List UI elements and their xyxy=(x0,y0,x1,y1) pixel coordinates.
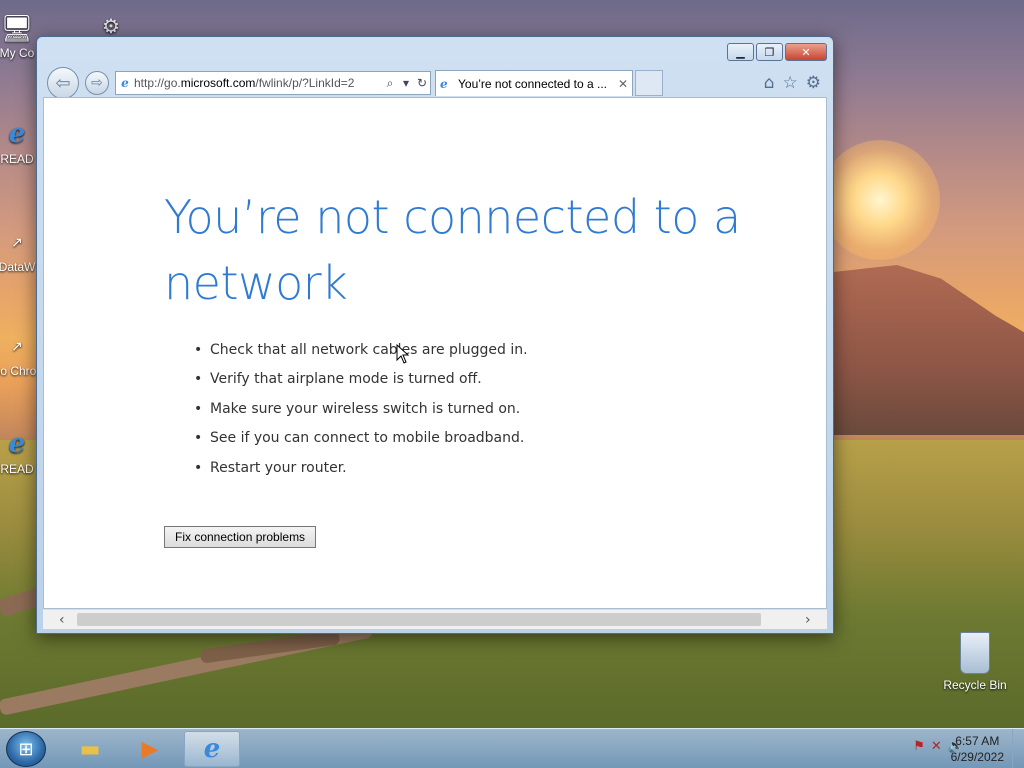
windows-logo-icon: ⊞ xyxy=(18,738,34,760)
fix-connection-button[interactable]: Fix connection problems xyxy=(164,526,317,548)
address-bar[interactable]: e http://go.microsoft.com/fwlink/p/?Link… xyxy=(115,71,431,95)
tab-active[interactable]: e You’re not connected to a ... ✕ xyxy=(435,70,633,96)
clock-date: 6/29/2022 xyxy=(950,750,1004,764)
url-path: /fwlink/p/?LinkId=2 xyxy=(255,76,355,90)
tab-close-icon[interactable]: ✕ xyxy=(614,77,632,91)
shortcut-icon: ↗ xyxy=(11,337,23,354)
start-button[interactable]: ⊞ xyxy=(6,731,46,767)
ie-page-icon: e xyxy=(121,76,129,90)
list-item: Verify that airplane mode is turned off. xyxy=(194,371,528,400)
close-icon: ✕ xyxy=(801,45,811,59)
list-item: Make sure your wireless switch is turned… xyxy=(194,401,528,430)
recycle-bin-icon xyxy=(960,632,990,674)
home-icon[interactable]: ⌂ xyxy=(764,73,775,93)
page-title: You’re not connected to a network xyxy=(164,190,741,310)
scroll-left-icon[interactable]: ‹ xyxy=(59,612,65,628)
url-prefix: http://go. xyxy=(134,76,181,90)
horizontal-scrollbar[interactable]: ‹ › xyxy=(43,609,827,629)
back-arrow-icon: ⇦ xyxy=(55,72,71,94)
dropdown-arrow-icon[interactable]: ▾ xyxy=(398,76,414,90)
clock-time: 6:57 AM xyxy=(955,734,1000,748)
list-item: Check that all network cables are plugge… xyxy=(194,342,528,371)
ie-tab-icon: e xyxy=(440,76,448,91)
browser-window[interactable]: ▁ ❐ ✕ ⇦ ⇨ e http://go.microsoft.com/fwli… xyxy=(36,36,834,634)
page-content: You’re not connected to a network Check … xyxy=(43,97,827,609)
desktop-icon-label: READ xyxy=(0,152,34,166)
action-center-icon[interactable]: ⚑ xyxy=(913,739,925,754)
forward-arrow-icon: ⇨ xyxy=(91,75,103,91)
desktop-icon-label: READ xyxy=(0,462,34,476)
tab-title: You’re not connected to a ... xyxy=(458,76,607,91)
show-desktop-button[interactable] xyxy=(1012,729,1024,768)
taskbar-media-player-button[interactable]: ▶ xyxy=(122,731,178,767)
ie-icon: e xyxy=(8,429,26,459)
window-controls: ▁ ❐ ✕ xyxy=(727,43,827,61)
desktop-icon-label: My Co xyxy=(0,46,35,60)
scrollbar-thumb[interactable] xyxy=(77,613,761,626)
url-domain: microsoft.com xyxy=(180,76,256,90)
gear-icon[interactable]: ⚙ xyxy=(806,73,821,93)
refresh-icon[interactable]: ↻ xyxy=(414,76,430,90)
folder-icon: ▬ xyxy=(79,736,101,762)
taskbar: ⊞ ▬ ▶ e ⚑ ✕ 🔈 6:57 AM 6/29/2022 xyxy=(0,728,1024,768)
back-button[interactable]: ⇦ xyxy=(47,67,79,99)
network-icon[interactable]: ✕ xyxy=(931,739,942,754)
desktop-icon-label: Recycle Bin xyxy=(943,678,1007,692)
scroll-right-icon[interactable]: › xyxy=(805,612,811,628)
clock[interactable]: 6:57 AM 6/29/2022 xyxy=(951,733,1004,765)
media-player-icon: ▶ xyxy=(141,736,159,762)
desktop-icon-recycle-bin[interactable]: Recycle Bin xyxy=(940,632,1010,692)
address-url[interactable]: http://go.microsoft.com/fwlink/p/?LinkId… xyxy=(134,76,382,90)
browser-toolbar-icons: ⌂ ☆ ⚙ xyxy=(764,73,821,93)
shortcut-icon: ↗ xyxy=(11,233,23,250)
wallpaper-sun xyxy=(820,140,940,260)
minimize-icon: ▁ xyxy=(736,45,745,59)
star-icon[interactable]: ☆ xyxy=(783,73,798,93)
ie-icon: e xyxy=(203,734,221,764)
tips-list: Check that all network cables are plugge… xyxy=(194,342,528,489)
list-item: Restart your router. xyxy=(194,460,528,489)
restore-icon: ❐ xyxy=(764,45,775,59)
new-tab-button[interactable] xyxy=(635,70,663,96)
list-item: See if you can connect to mobile broadba… xyxy=(194,430,528,459)
minimize-button[interactable]: ▁ xyxy=(727,43,754,61)
computer-icon: 🖥 xyxy=(0,12,34,43)
close-button[interactable]: ✕ xyxy=(785,43,827,61)
restore-button[interactable]: ❐ xyxy=(756,43,783,61)
desktop-icon-label: DataW xyxy=(0,260,36,274)
taskbar-explorer-button[interactable]: ▬ xyxy=(62,731,118,767)
search-icon[interactable]: ⌕ xyxy=(382,76,398,91)
taskbar-ie-button[interactable]: e xyxy=(184,731,240,767)
ie-icon: e xyxy=(8,119,26,149)
wallpaper-mountain xyxy=(820,265,1024,435)
forward-button[interactable]: ⇨ xyxy=(85,71,109,95)
